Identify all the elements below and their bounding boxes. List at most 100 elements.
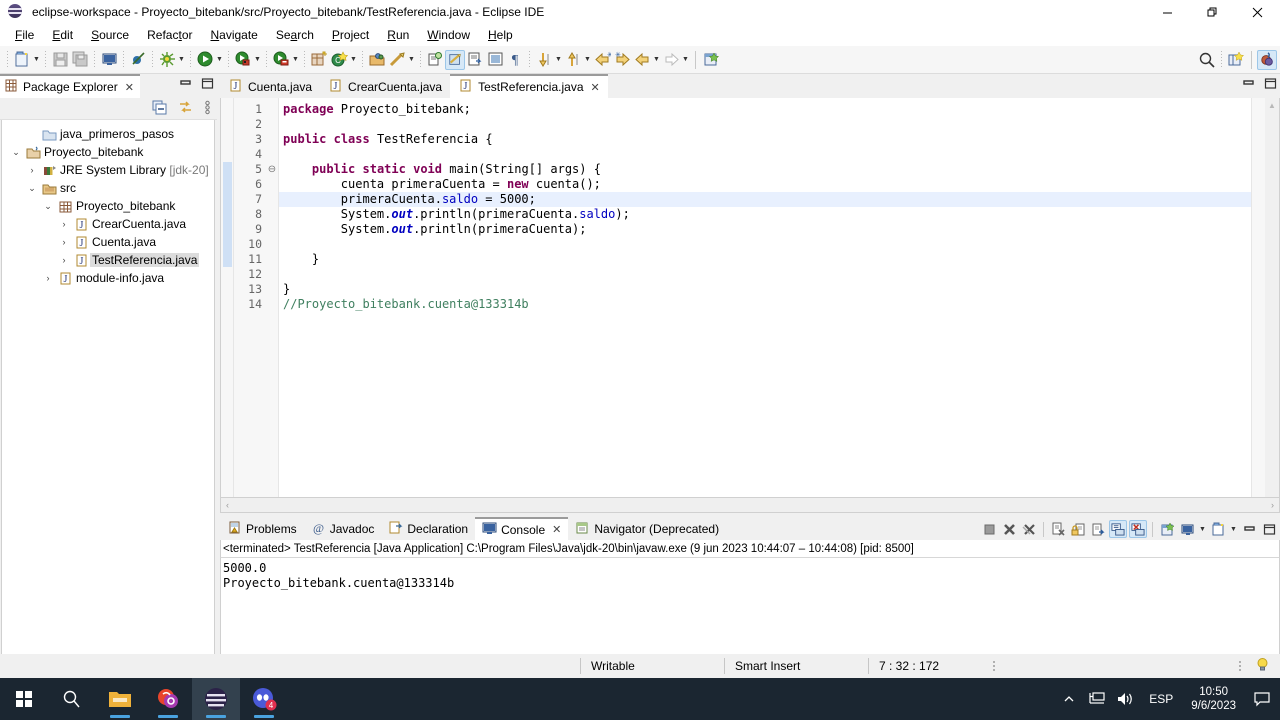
minimize-button[interactable] (1145, 0, 1190, 24)
show-console-on-error-icon[interactable] (1129, 520, 1147, 538)
view-menu-icon[interactable] (204, 100, 211, 118)
menu-navigate[interactable]: Navigate (201, 25, 266, 45)
speaker-icon[interactable] (1111, 678, 1139, 720)
tree-item-proyecto-bitebank[interactable]: ⌄ Proyecto_bitebank (2, 197, 214, 215)
overview-ruler[interactable] (1251, 98, 1265, 497)
code-line[interactable] (279, 117, 1251, 132)
lightbulb-icon[interactable] (1255, 657, 1280, 675)
eclipse-taskbar-button[interactable] (192, 678, 240, 720)
notification-icon[interactable] (1244, 678, 1280, 720)
open-task-icon[interactable] (387, 50, 407, 70)
menu-refactor[interactable]: Refactor (138, 25, 201, 45)
source-code[interactable]: package Proyecto_bitebank; public class … (279, 98, 1251, 497)
fold-toggle-icon[interactable]: ⊖ (266, 162, 278, 177)
pilcrow-icon[interactable]: ¶ (505, 50, 525, 70)
next-annotation-dropdown[interactable]: ▼ (554, 50, 563, 70)
bottom-tab-javadoc[interactable]: @ Javadoc (304, 517, 382, 540)
run-icon[interactable] (195, 50, 215, 70)
chevron-right-icon[interactable]: › (56, 255, 72, 265)
java-perspective-icon[interactable] (1257, 49, 1277, 70)
display-console-dropdown[interactable]: ▼ (1198, 519, 1207, 539)
back-dropdown[interactable]: ▼ (652, 50, 661, 70)
chevron-right-icon[interactable]: › (24, 165, 40, 175)
minimize-view-icon[interactable] (179, 77, 192, 93)
start-button[interactable] (0, 678, 48, 720)
toggle-mark-occurrences-icon[interactable] (445, 49, 465, 70)
editor-tab-crearcuenta-java[interactable]: J CrearCuenta.java (320, 74, 451, 98)
new-annotation-icon[interactable]: C (329, 50, 349, 70)
menu-edit[interactable]: Edit (43, 25, 82, 45)
scroll-right-arrow-icon[interactable]: › (1271, 500, 1274, 510)
console-output[interactable]: 5000.0 Proyecto_bitebank.cuenta@133314b (220, 558, 1280, 663)
coverage-dropdown[interactable]: ▼ (291, 50, 300, 70)
close-icon[interactable]: ✕ (591, 81, 600, 94)
editor-tab-testreferencia-java[interactable]: J TestReferencia.java ✕ (450, 74, 608, 98)
status-drag-handle[interactable] (989, 661, 999, 671)
scroll-lock-icon[interactable] (1069, 520, 1087, 538)
menu-search[interactable]: Search (267, 25, 323, 45)
tree-item-proyecto-bitebank[interactable]: ⌄ Proyecto_bitebank (2, 143, 214, 161)
next-annotation-icon[interactable] (534, 50, 554, 70)
code-line[interactable]: package Proyecto_bitebank; (279, 102, 1251, 117)
folding-ruler[interactable]: ⊖ (266, 98, 279, 497)
tree-item-module-info-java[interactable]: › Jmodule-info.java (2, 269, 214, 287)
print-icon[interactable] (99, 50, 119, 70)
tree-item-jre-system-library[interactable]: › JRE System Library [jdk-20] (2, 161, 214, 179)
external-tools-dropdown[interactable]: ▼ (253, 50, 262, 70)
menu-source[interactable]: Source (82, 25, 138, 45)
previous-annotation-icon[interactable] (563, 50, 583, 70)
terminate-icon[interactable] (980, 520, 998, 538)
open-package-icon[interactable] (367, 50, 387, 70)
chevron-right-icon[interactable]: › (56, 237, 72, 247)
tree-item-testreferencia-java[interactable]: › J TestReferencia.java (2, 251, 214, 269)
back-icon[interactable] (632, 50, 652, 70)
coverage-icon[interactable] (271, 50, 291, 70)
menu-window[interactable]: Window (418, 25, 479, 45)
debug-dropdown[interactable]: ▼ (177, 50, 186, 70)
new-editor-icon[interactable] (701, 50, 721, 70)
code-line[interactable]: public static void main(String[] args) { (279, 162, 1251, 177)
chevron-down-icon[interactable]: ⌄ (40, 201, 56, 212)
last-edit-location-icon[interactable]: ✳ (592, 50, 612, 70)
open-perspective-icon[interactable] (1226, 50, 1246, 70)
menu-file[interactable]: FFileile (6, 25, 43, 45)
status-drag-handle-right[interactable] (1235, 661, 1245, 671)
editor-horizontal-scrollbar[interactable]: ‹ › (220, 498, 1280, 513)
chevron-right-icon[interactable]: › (56, 219, 72, 229)
network-icon[interactable] (1083, 678, 1111, 720)
app-button[interactable] (144, 678, 192, 720)
next-edit-location-icon[interactable]: ✳ (612, 50, 632, 70)
editor-vertical-scrollbar[interactable]: ▲ (1265, 98, 1279, 497)
code-line[interactable]: System.out.println(primeraCuenta); (279, 222, 1251, 237)
skip-breakpoints-icon[interactable] (128, 50, 148, 70)
new-wizard-icon[interactable] (12, 50, 32, 70)
code-line[interactable]: primeraCuenta.saldo = 5000; (279, 192, 1251, 207)
tab-package-explorer[interactable]: Package Explorer ✕ (0, 74, 140, 98)
word-wrap-icon[interactable] (1089, 520, 1107, 538)
remove-all-terminated-icon[interactable] (1020, 520, 1038, 538)
menu-run[interactable]: Run (378, 25, 418, 45)
forward-dropdown[interactable]: ▼ (681, 50, 690, 70)
open-console-dropdown[interactable]: ▼ (1229, 519, 1238, 539)
show-whitespace-icon[interactable] (465, 50, 485, 70)
code-line[interactable]: //Proyecto_bitebank.cuenta@133314b (279, 297, 1251, 312)
bottom-tab-console[interactable]: Console ✕ (475, 517, 569, 540)
close-icon[interactable]: ✕ (125, 81, 134, 94)
collapse-all-icon[interactable] (152, 100, 167, 118)
save-all-icon[interactable] (70, 50, 90, 70)
save-icon[interactable] (50, 50, 70, 70)
quick-access-search-icon[interactable] (1197, 50, 1217, 70)
run-dropdown[interactable]: ▼ (215, 50, 224, 70)
maximize-editor-icon[interactable] (1264, 77, 1277, 93)
discord-button[interactable]: 4 (240, 678, 288, 720)
bottom-tab-declaration[interactable]: Declaration (381, 517, 475, 540)
code-line[interactable]: System.out.println(primeraCuenta.saldo); (279, 207, 1251, 222)
tree-item-src[interactable]: ⌄ src (2, 179, 214, 197)
run-external-tools-icon[interactable] (233, 50, 253, 70)
menu-project[interactable]: Project (323, 25, 378, 45)
minimize-panel-icon[interactable] (1240, 520, 1258, 538)
new-java-project-icon[interactable] (309, 50, 329, 70)
menu-help[interactable]: Help (479, 25, 522, 45)
chevron-right-icon[interactable]: › (40, 273, 56, 283)
editor-tab-cuenta-java[interactable]: J Cuenta.java (220, 74, 321, 98)
